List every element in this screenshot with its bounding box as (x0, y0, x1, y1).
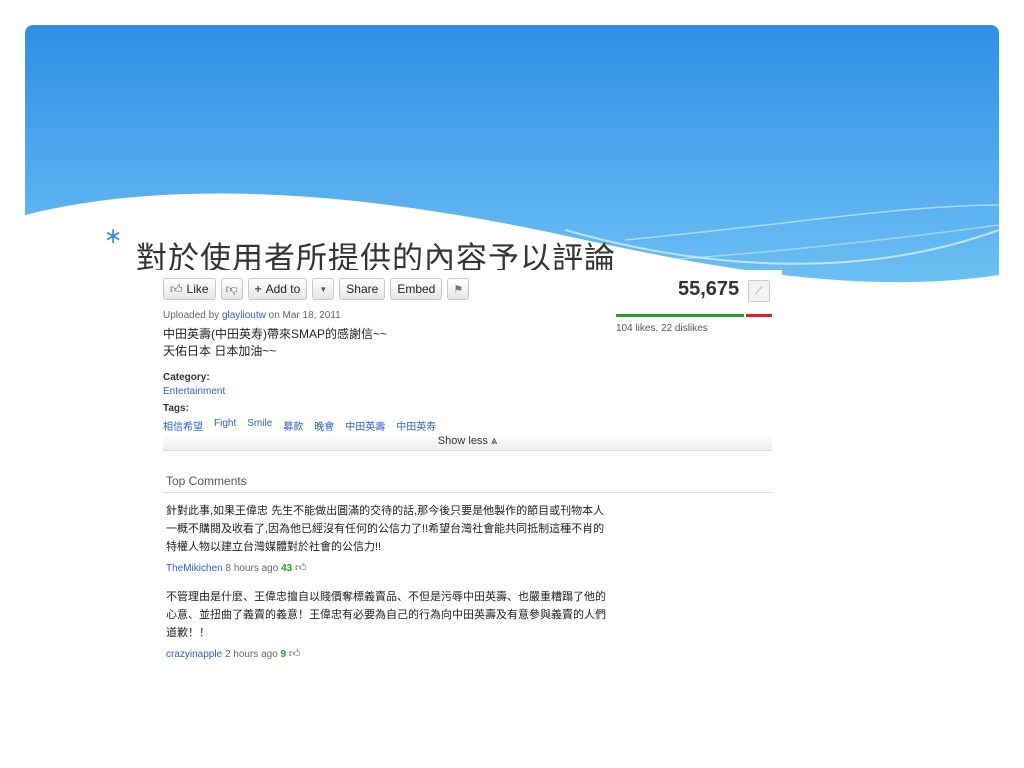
upload-info: Uploaded by glaylioutw on Mar 18, 2011 (163, 310, 341, 321)
thumbs-up-icon: 👍︎ (170, 281, 183, 296)
comment-time: 8 hours ago (225, 563, 279, 574)
tag-link[interactable]: Smile (247, 418, 272, 433)
like-label: Like (186, 282, 209, 296)
tag-link[interactable]: Fight (214, 418, 236, 433)
comments-divider (163, 492, 772, 493)
uploaded-date: on Mar 18, 2011 (268, 310, 341, 321)
chart-icon: ⟋ (755, 284, 763, 297)
category-link[interactable]: Entertainment (163, 386, 225, 397)
tag-link[interactable]: 晚會 (314, 418, 334, 433)
add-to-label: Add to (265, 282, 301, 296)
tag-link[interactable]: 中田英寿 (396, 418, 436, 433)
comment-text: 不管理由是什麼、王偉忠擅自以賤價奪標義賣品、不但是污辱中田英壽、也嚴重糟蹋了他的… (166, 591, 606, 639)
comment-author-link[interactable]: TheMikichen (166, 563, 223, 574)
video-actions-toolbar: 👍︎ Like 👎︎ + Add to ▼ Share Embed ⚑ (163, 278, 470, 302)
tag-link[interactable]: 相信希望 (163, 418, 203, 433)
embed-button[interactable]: Embed (390, 278, 443, 300)
top-comments-heading: Top Comments (166, 474, 247, 488)
view-count: 55,675 (678, 278, 740, 300)
share-label: Share (346, 282, 379, 296)
video-info-panel: 👍︎ Like 👎︎ + Add to ▼ Share Embed ⚑ 55,6… (150, 270, 782, 670)
comment-meta: crazyinapple 2 hours ago 9 👍︎ (166, 647, 606, 660)
video-description: 中田英壽(中田英寿)帶來SMAP的感謝信~~ 天佑日本 日本加油~~ (163, 326, 387, 360)
description-line: 天佑日本 日本加油~~ (163, 344, 277, 358)
comment-text: 針對此事,如果王偉忠 先生不能做出圓滿的交待的話,那今後只要是他製作的節目或刊物… (166, 505, 605, 553)
like-ratio-fill (616, 314, 744, 317)
add-to-dropdown-button[interactable]: ▼ (312, 278, 335, 300)
category-label: Category: (163, 372, 210, 383)
share-button[interactable]: Share (339, 278, 386, 300)
comment-item: 不管理由是什麼、王偉忠擅自以賤價奪標義賣品、不但是污辱中田英壽、也嚴重糟蹋了他的… (166, 588, 606, 660)
dislike-ratio-fill (745, 314, 772, 317)
comment-time: 2 hours ago (224, 649, 278, 660)
plus-icon: + (254, 282, 262, 296)
comment-score: 43 (281, 563, 293, 574)
tag-link[interactable]: 中田英壽 (345, 418, 385, 433)
show-less-button[interactable]: Show less ⩓ (163, 433, 772, 451)
likes-dislikes-count: 104 likes, 22 dislikes (616, 323, 708, 334)
thumbs-up-icon[interactable]: 👍︎ (289, 648, 301, 660)
flag-button[interactable]: ⚑ (447, 278, 470, 300)
comment-meta: TheMikichen 8 hours ago 43 👍︎ (166, 561, 606, 574)
caret-down-icon: ▼ (319, 284, 328, 294)
dislike-button[interactable]: 👎︎ (220, 278, 243, 300)
add-to-button[interactable]: + Add to (247, 278, 308, 300)
stats-chart-button[interactable]: ⟋ (748, 280, 770, 302)
like-ratio-bar (616, 314, 772, 317)
thumbs-up-icon[interactable]: 👍︎ (295, 562, 307, 574)
tag-link[interactable]: 募款 (283, 418, 303, 433)
like-button[interactable]: 👍︎ Like (163, 278, 216, 300)
embed-label: Embed (397, 282, 436, 296)
flag-icon: ⚑ (453, 283, 464, 296)
comment-author-link[interactable]: crazyinapple (166, 649, 222, 660)
tags-label: Tags: (163, 403, 189, 414)
comment-item: 針對此事,如果王偉忠 先生不能做出圓滿的交待的話,那今後只要是他製作的節目或刊物… (166, 502, 606, 574)
uploader-link[interactable]: glaylioutw (222, 310, 266, 321)
comment-score: 9 (280, 649, 287, 660)
description-line: 中田英壽(中田英寿)帶來SMAP的感謝信~~ (163, 327, 388, 341)
thumbs-down-icon: 👎︎ (225, 281, 238, 296)
title-bullet: ∗ (104, 224, 123, 249)
uploaded-prefix: Uploaded by (163, 310, 220, 321)
tags-list: 相信希望 Fight Smile 募款 晚會 中田英壽 中田英寿 (163, 418, 436, 433)
